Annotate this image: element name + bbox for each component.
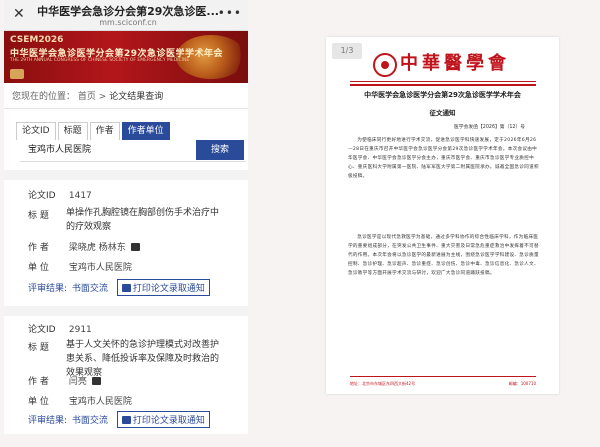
- search-button[interactable]: 搜索: [196, 140, 244, 160]
- field-label-unit: 单 位: [28, 397, 49, 407]
- result-card: 论文ID 2911 标 题 基于人文关怀的急诊护理模式对改善护患关系、降低投诉率…: [20, 316, 232, 434]
- document-title: 中华医学会急诊医学分会第29次急诊医学学术年会: [364, 91, 521, 99]
- browser-topbar: ✕ 中华医学会急诊分会第29次急诊医... mm.sciconf.cn •••: [4, 0, 248, 31]
- banner-en-title: THE 29TH ANNUAL CONGRESS OF CHINESE SOCI…: [10, 58, 190, 63]
- document-subtitle: 征文通知: [429, 109, 456, 117]
- breadcrumb-home-link[interactable]: 首页: [78, 92, 96, 102]
- result-author-row: 作 者 梁晓虎 杨林东: [28, 240, 140, 253]
- society-seal-icon: [373, 53, 397, 77]
- review-result: 书面交流: [71, 284, 108, 294]
- document-brand: 中華醫學會: [400, 53, 510, 74]
- result-title-label-row: 标 题: [28, 208, 66, 221]
- footer-postcode: 邮编：100710: [508, 381, 536, 386]
- red-rule: [350, 81, 536, 82]
- document-footer: 地址：北京市东城区东四西大街42号 邮编：100710: [350, 381, 536, 387]
- field-label-author: 作 者: [28, 377, 49, 387]
- document-paragraph: 急诊医学是以现代急救医学为基础，通过多学科协作的综合性临床学科，作为临床医学的重…: [348, 235, 539, 277]
- print-notice-label: 打印论文录取通知: [132, 416, 205, 426]
- tab-author-unit[interactable]: 作者单位: [121, 122, 170, 140]
- section-gap: [4, 306, 248, 316]
- printer-icon: [91, 377, 101, 385]
- browser-url: mm.sciconf.cn: [99, 18, 157, 27]
- result-action-row: 评审结果: 书面交流 打印论文录取通知: [28, 279, 210, 296]
- print-notice-button[interactable]: 打印论文录取通知: [116, 411, 210, 428]
- browser-page-title: 中华医学会急诊分会第29次急诊医...: [37, 5, 219, 18]
- print-notice-button[interactable]: 打印论文录取通知: [116, 279, 210, 296]
- result-id-row: 论文ID 1417: [28, 188, 92, 201]
- footer-address: 地址：北京市东城区东四西大街42号: [350, 381, 416, 386]
- breadcrumb-current: 论文结果查询: [109, 92, 164, 102]
- tab-author[interactable]: 作者: [89, 122, 120, 140]
- printer-icon: [121, 416, 131, 424]
- breadcrumb: 您现在的位置： 首页 > 论文结果查询: [12, 89, 163, 102]
- field-label-review: 评审结果:: [28, 416, 68, 426]
- result-title: 单操作孔胸腔镜在胸部创伤手术治疗中的疗效观察: [66, 208, 220, 232]
- close-icon[interactable]: ✕: [13, 6, 25, 22]
- result-id: 2911: [68, 325, 92, 335]
- result-action-row: 评审结果: 书面交流 打印论文录取通知: [28, 411, 210, 428]
- search-input[interactable]: 宝鸡市人民医院: [20, 140, 196, 160]
- review-result: 书面交流: [71, 416, 108, 426]
- field-label-id: 论文ID: [28, 191, 56, 201]
- document-number: 医学会发函【2026】第（12）号: [454, 125, 526, 130]
- more-menu-icon[interactable]: •••: [218, 6, 242, 20]
- field-label-title: 标 题: [28, 343, 49, 353]
- field-label-review: 评审结果:: [28, 284, 68, 294]
- tab-paper-id[interactable]: 论文ID: [16, 122, 56, 140]
- section-gap: [4, 170, 248, 180]
- document-paragraph: 为使临床同行更好地进行学术交流，促进急诊医学科快速发展，定于2026年6月26—…: [348, 138, 539, 180]
- phone-screen: ✕ 中华医学会急诊分会第29次急诊医... mm.sciconf.cn ••• …: [4, 0, 248, 434]
- red-rule: [350, 84, 536, 86]
- conference-banner: CSEM2026 中华医学会急诊医学分会第29次急诊医学学术年会 THE 29T…: [4, 31, 248, 83]
- printer-icon: [130, 243, 140, 251]
- notice-document-preview: 1/3 中華醫學會 中华医学会急诊医学分会第29次急诊医学学术年会 征文通知 医…: [326, 37, 559, 394]
- result-unit: 宝鸡市人民医院: [68, 397, 132, 407]
- result-unit-row: 单 位 宝鸡市人民医院: [28, 260, 132, 273]
- field-label-author: 作 者: [28, 243, 49, 253]
- banner-logo: [10, 69, 24, 79]
- result-authors: 梁晓虎 杨林东: [68, 243, 126, 253]
- search-bar: 宝鸡市人民医院 搜索: [20, 140, 246, 162]
- result-id-row: 论文ID 2911: [28, 322, 92, 335]
- breadcrumb-separator: >: [98, 92, 107, 102]
- result-author-row: 作 者 闫亮: [28, 374, 101, 387]
- result-unit: 宝鸡市人民医院: [68, 263, 132, 273]
- result-card: 论文ID 1417 标 题 单操作孔胸腔镜在胸部创伤手术治疗中的疗效观察 作 者…: [20, 180, 232, 300]
- divider: [4, 108, 248, 109]
- field-label-id: 论文ID: [28, 325, 56, 335]
- banner-short-title: CSEM2026: [10, 35, 64, 45]
- result-unit-row: 单 位 宝鸡市人民医院: [28, 394, 132, 407]
- page-indicator: 1/3: [332, 43, 362, 59]
- field-label-unit: 单 位: [28, 263, 49, 273]
- breadcrumb-prefix: 您现在的位置：: [12, 92, 76, 102]
- footer-rule: [350, 376, 536, 377]
- result-id: 1417: [68, 191, 92, 201]
- search-tabs: 论文ID 标题 作者 作者单位: [16, 122, 172, 140]
- result-title-label-row: 标 题: [28, 340, 66, 353]
- printer-icon: [121, 284, 131, 292]
- field-label-title: 标 题: [28, 211, 49, 221]
- result-authors: 闫亮: [68, 377, 87, 387]
- tab-title[interactable]: 标题: [57, 122, 88, 140]
- print-notice-label: 打印论文录取通知: [132, 284, 205, 294]
